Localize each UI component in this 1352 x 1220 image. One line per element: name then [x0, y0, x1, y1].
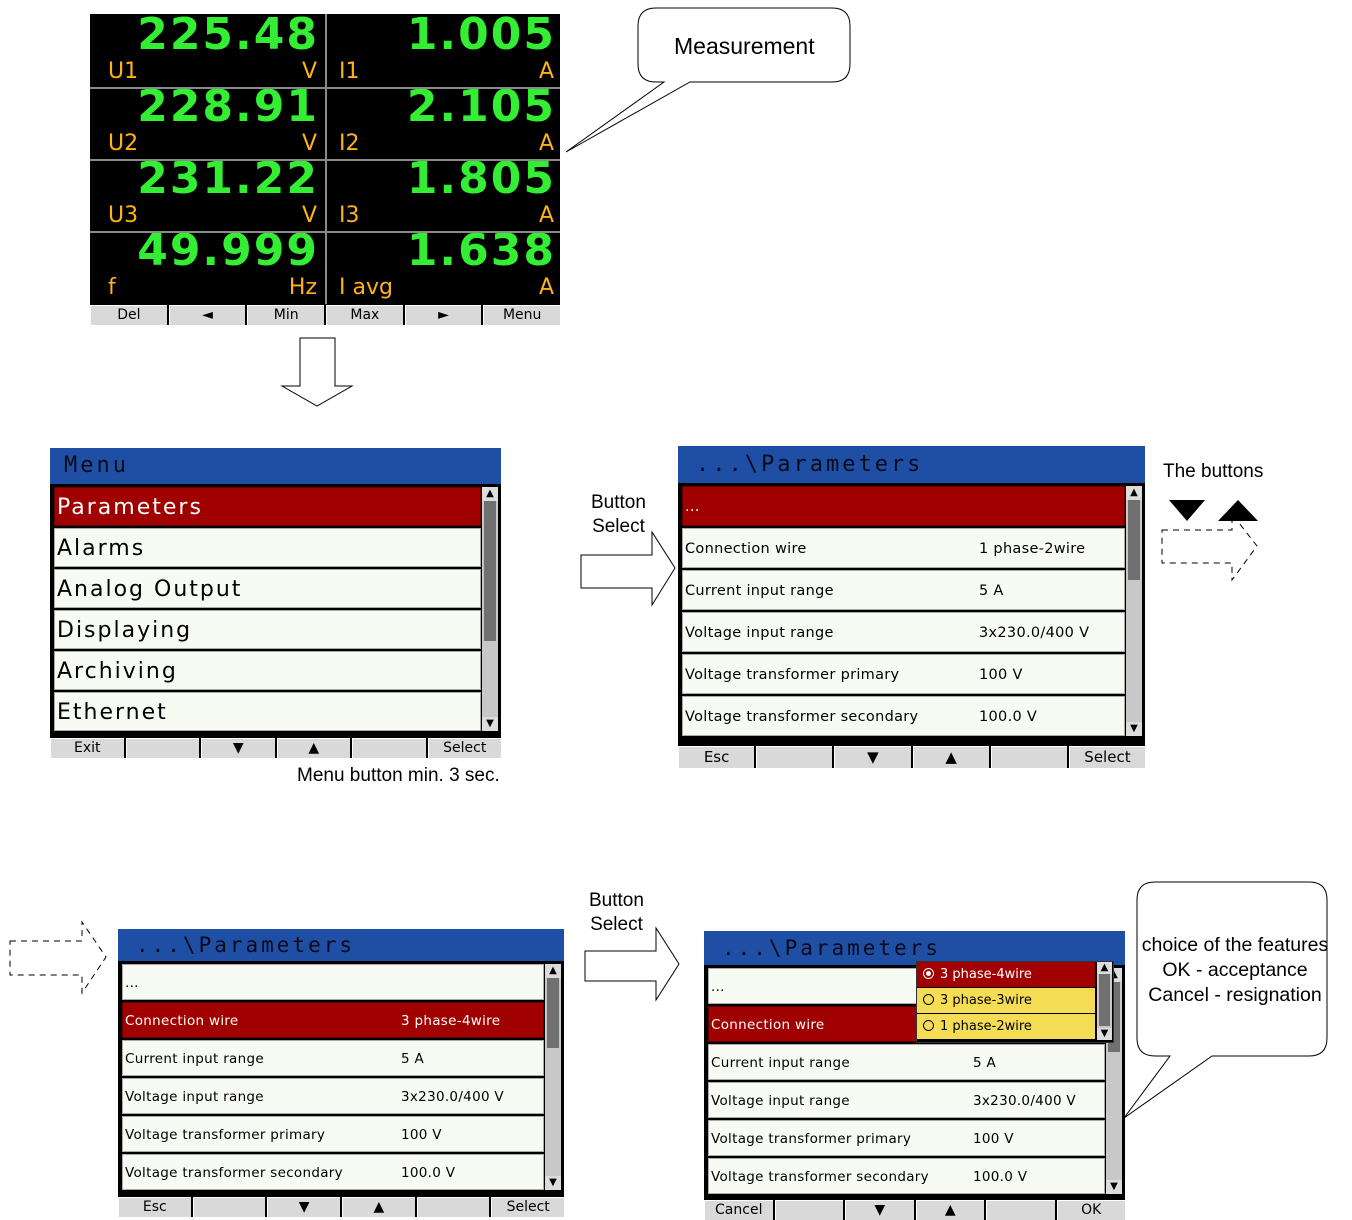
down-arrow-icon	[280, 337, 354, 407]
down-triangle-icon	[1169, 500, 1205, 521]
dashed-arrow-icon	[1161, 512, 1258, 582]
measurement-label: Measurement	[674, 33, 815, 59]
button-select-label-1: Button Select	[591, 491, 646, 539]
button-label-line: Button	[589, 890, 644, 911]
measurement-callout	[565, 7, 851, 153]
choice-note: choice of the features OK - acceptance C…	[1120, 933, 1350, 1008]
menu-hold-label: Menu button min. 3 sec.	[297, 765, 500, 786]
select-label-line: Select	[592, 516, 645, 537]
select-label-line: Select	[590, 914, 643, 935]
dashed-arrow-icon	[9, 920, 107, 995]
right-arrow-icon	[580, 530, 676, 607]
choice-line: choice of the features	[1141, 934, 1329, 956]
ok-line: OK - acceptance	[1162, 959, 1308, 981]
up-triangle-icon	[1218, 500, 1258, 521]
button-select-label-2: Button Select	[589, 889, 644, 937]
the-buttons-label: The buttons	[1163, 461, 1264, 482]
right-arrow-icon	[584, 926, 680, 1002]
cancel-line: Cancel - resignation	[1148, 984, 1322, 1006]
annotation-graphics	[9, 7, 1328, 1119]
button-label-line: Button	[591, 492, 646, 513]
